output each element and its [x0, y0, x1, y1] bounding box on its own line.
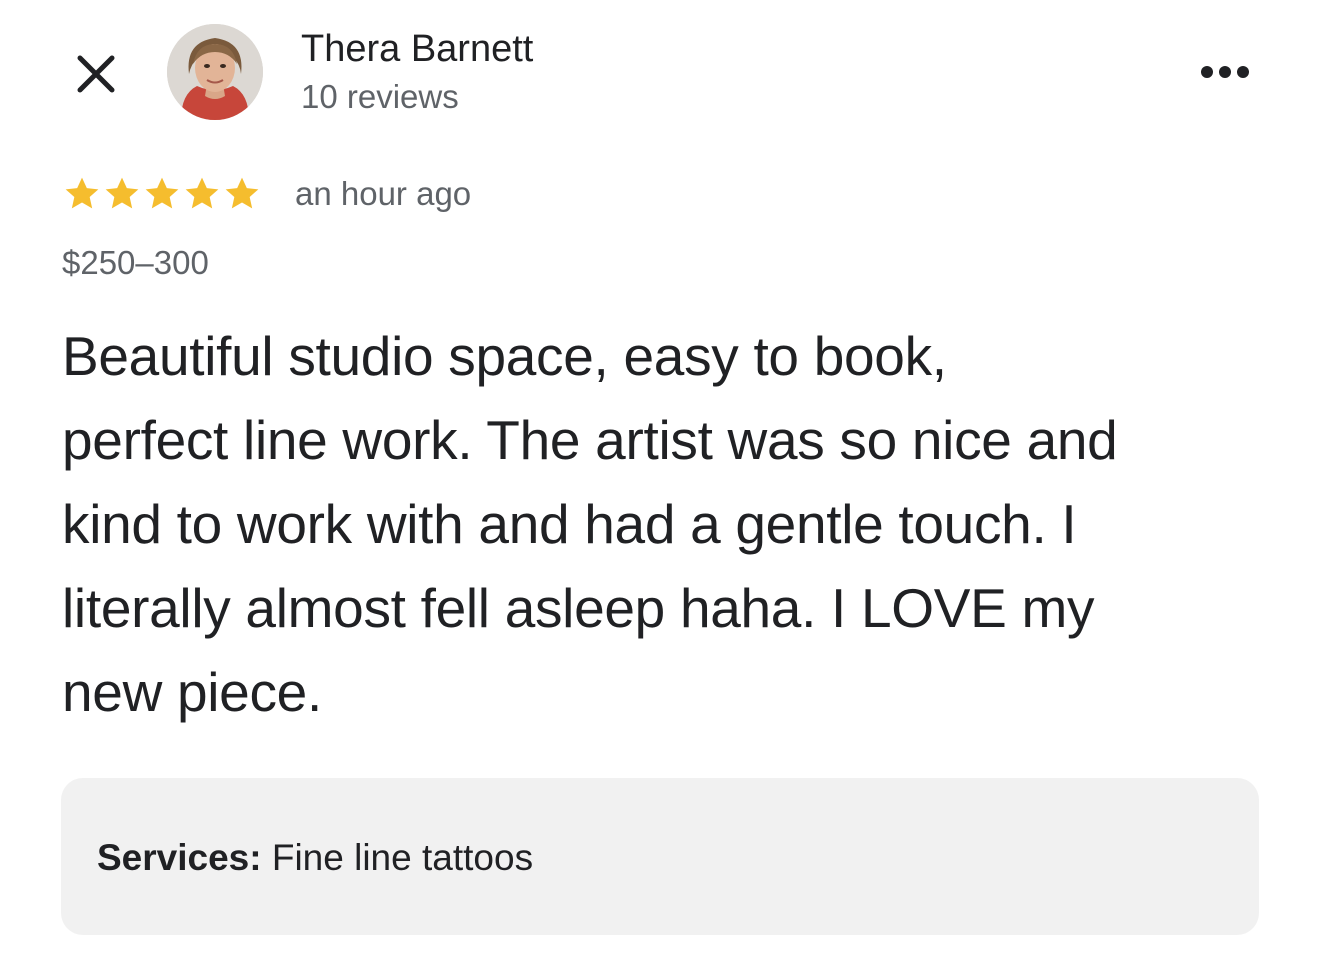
star-rating: [62, 174, 262, 214]
more-horiz-icon: [1201, 66, 1249, 78]
price-range: $250–300: [62, 244, 209, 281]
star-icon: [65, 177, 99, 209]
star-icon: [145, 177, 179, 209]
review-text-line: kind to work with and had a gentle touch…: [62, 493, 1077, 555]
review-text: Beautiful studio space, easy to book, pe…: [62, 314, 1262, 734]
services-value: Fine line tattoos: [271, 837, 534, 878]
avatar[interactable]: [167, 24, 263, 120]
star-icon: [105, 177, 139, 209]
star-icon: [185, 177, 219, 209]
review-text-line: literally almost fell asleep haha. I LOV…: [62, 577, 1095, 639]
close-button[interactable]: [66, 44, 126, 104]
services-label: Services:: [97, 837, 262, 878]
close-icon: [77, 55, 115, 93]
review-text-line: new piece.: [62, 661, 322, 723]
services-line: Services: Fine line tattoos: [97, 836, 533, 880]
star-icon: [225, 177, 259, 209]
reviewer-name[interactable]: Thera Barnett: [301, 26, 533, 72]
more-options-button[interactable]: [1190, 50, 1260, 94]
review-time: an hour ago: [295, 175, 472, 212]
review-text-line: perfect line work. The artist was so nic…: [62, 409, 1118, 471]
review-count[interactable]: 10 reviews: [301, 77, 459, 117]
services-box: Services: Fine line tattoos: [61, 778, 1259, 935]
avatar-photo: [167, 24, 263, 120]
review-text-line: Beautiful studio space, easy to book,: [62, 325, 947, 387]
